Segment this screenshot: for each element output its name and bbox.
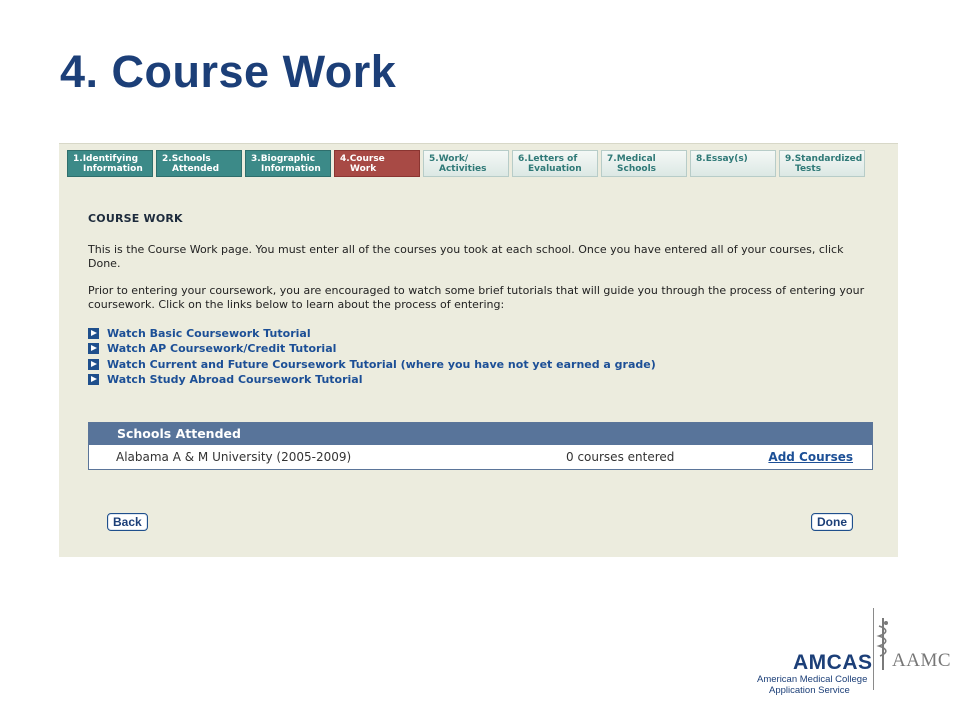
table-row: Alabama A & M University (2005-2009) 0 c… <box>89 445 872 469</box>
tab-label-line1: Identifying <box>82 154 139 164</box>
tab-label-line1: Course <box>349 154 385 164</box>
tab-letters-of-evaluation[interactable]: 6.Letters of Evaluation <box>512 150 598 177</box>
tab-label-line1: Standardized <box>794 154 863 164</box>
tab-label-line2: Attended <box>172 164 220 174</box>
schools-attended-table: Schools Attended Alabama A & M Universit… <box>88 422 873 470</box>
tab-number: 7. <box>607 154 617 164</box>
tab-label-line2: Work <box>350 164 377 174</box>
tab-number: 1. <box>73 154 83 164</box>
add-courses-link[interactable]: Add Courses <box>768 445 853 469</box>
logo-divider <box>873 608 874 690</box>
play-icon[interactable] <box>88 343 99 355</box>
back-button[interactable]: Back <box>107 513 148 531</box>
amcas-logo-text: AMCAS <box>793 651 873 674</box>
tab-number: 4. <box>340 154 350 164</box>
tutorial-list: Watch Basic Coursework Tutorial Watch AP… <box>88 326 878 387</box>
current-future-coursework-tutorial-link[interactable]: Watch Current and Future Coursework Tuto… <box>107 358 656 371</box>
tab-number: 9. <box>785 154 795 164</box>
tutorial-item: Watch Study Abroad Coursework Tutorial <box>88 372 878 387</box>
amcas-logo-subtitle-line2: Application Service <box>769 685 850 696</box>
section-heading: COURSE WORK <box>88 212 183 225</box>
tab-bar: 1.Identifying Information 2.Schools Atte… <box>67 150 868 178</box>
play-icon[interactable] <box>88 374 99 386</box>
amcas-screenshot: 1.Identifying Information 2.Schools Atte… <box>59 143 898 557</box>
tab-number: 2. <box>162 154 172 164</box>
tab-label-line2: Schools <box>617 164 657 174</box>
tab-number: 8. <box>696 154 706 164</box>
slide-title: 4. Course Work <box>60 46 397 97</box>
tab-number: 6. <box>518 154 528 164</box>
tab-essays[interactable]: 8.Essay(s) <box>690 150 776 177</box>
tab-label-line2: Activities <box>439 164 487 174</box>
caduceus-icon <box>876 618 888 670</box>
tutorial-item: Watch AP Coursework/Credit Tutorial <box>88 341 878 356</box>
play-icon[interactable] <box>88 358 99 370</box>
tab-label-line1: Letters of <box>527 154 578 164</box>
tab-schools-attended[interactable]: 2.Schools Attended <box>156 150 242 177</box>
course-work-content: COURSE WORK This is the Course Work page… <box>88 212 878 387</box>
tab-work-activities[interactable]: 5.Work/ Activities <box>423 150 509 177</box>
tab-label-line1: Schools <box>171 154 211 164</box>
school-name: Alabama A & M University (2005-2009) <box>116 450 352 464</box>
intro-text: This is the Course Work page. You must e… <box>88 243 844 270</box>
tab-number: 5. <box>429 154 439 164</box>
play-icon[interactable] <box>88 328 99 340</box>
study-abroad-coursework-tutorial-link[interactable]: Watch Study Abroad Coursework Tutorial <box>107 373 363 386</box>
tab-label-line2: Information <box>261 164 321 174</box>
tab-label-line1: Medical <box>616 154 656 164</box>
amcas-aamc-logo: AMCAS American Medical College Applicati… <box>755 606 955 696</box>
done-button[interactable]: Done <box>811 513 853 531</box>
tutorial-intro-text: Prior to entering your coursework, you a… <box>88 284 865 311</box>
tab-label-line2: Tests <box>795 164 822 174</box>
tab-course-work[interactable]: 4.Course Work <box>334 150 420 177</box>
tab-medical-schools[interactable]: 7.Medical Schools <box>601 150 687 177</box>
course-count: 0 courses entered <box>566 450 675 464</box>
tutorial-item: Watch Current and Future Coursework Tuto… <box>88 357 878 372</box>
tab-label-line1: Biographic <box>260 154 316 164</box>
amcas-logo-subtitle-line1: American Medical College <box>757 674 868 685</box>
basic-coursework-tutorial-link[interactable]: Watch Basic Coursework Tutorial <box>107 327 311 340</box>
aamc-logo-text: AAMC <box>892 650 952 671</box>
tab-standardized-tests[interactable]: 9.Standardized Tests <box>779 150 865 177</box>
ap-coursework-tutorial-link[interactable]: Watch AP Coursework/Credit Tutorial <box>107 342 336 355</box>
tutorial-item: Watch Basic Coursework Tutorial <box>88 326 878 341</box>
tab-label-line2: Information <box>83 164 143 174</box>
schools-table-header: Schools Attended <box>89 423 872 445</box>
tab-label-line2: Evaluation <box>528 164 582 174</box>
tab-number: 3. <box>251 154 261 164</box>
tab-label-line1: Work/ <box>438 154 469 164</box>
tab-label-line1: Essay(s) <box>705 154 748 164</box>
tab-identifying-information[interactable]: 1.Identifying Information <box>67 150 153 177</box>
tab-biographic-information[interactable]: 3.Biographic Information <box>245 150 331 177</box>
